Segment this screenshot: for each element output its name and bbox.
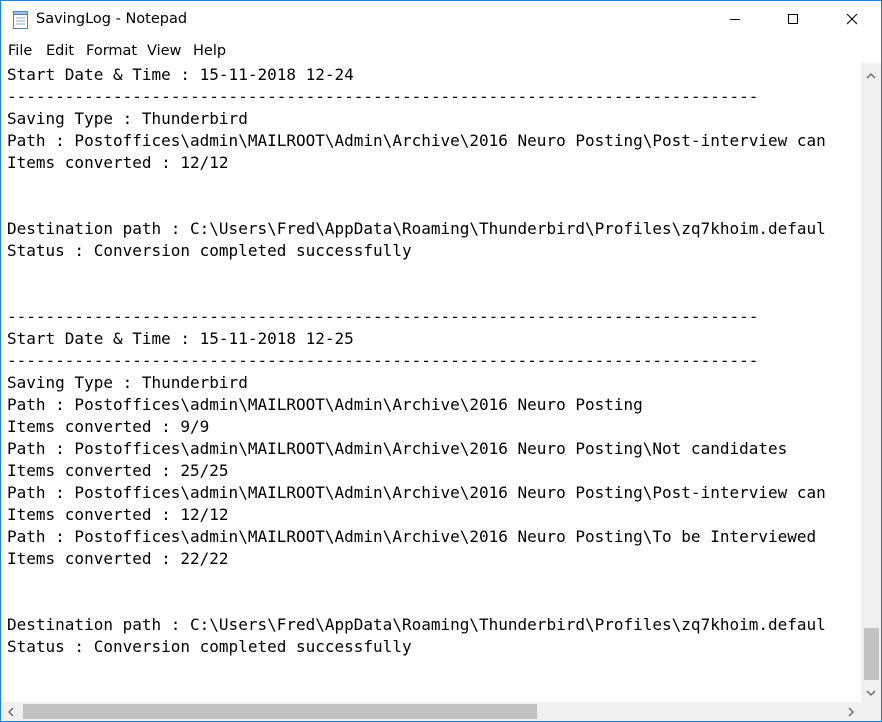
text-line: Destination path : C:\Users\Fred\AppData… [7, 615, 826, 634]
minimize-icon [729, 10, 741, 29]
text-line: Saving Type : Thunderbird [7, 109, 248, 128]
vertical-scroll-thumb[interactable] [864, 628, 879, 680]
text-line: ----------------------------------------… [7, 307, 759, 326]
text-line: Path : Postoffices\admin\MAILROOT\Admin\… [7, 483, 826, 502]
text-line: Items converted : 22/22 [7, 549, 229, 568]
menu-bar: File Edit Format View Help [1, 38, 881, 63]
vertical-scrollbar[interactable] [861, 63, 881, 702]
minimize-button[interactable] [706, 1, 764, 38]
text-editor[interactable]: Start Date & Time : 15-11-2018 12-24 ----… [1, 63, 861, 702]
menu-view[interactable]: View [147, 38, 181, 63]
menu-edit[interactable]: Edit [46, 38, 74, 63]
menu-file[interactable]: File [8, 38, 32, 63]
chevron-right-icon [847, 702, 855, 721]
text-line: Items converted : 12/12 [7, 505, 229, 524]
scroll-right-button[interactable] [841, 702, 861, 721]
text-line: Path : Postoffices\admin\MAILROOT\Admin\… [7, 527, 817, 546]
text-line: Start Date & Time : 15-11-2018 12-24 [7, 65, 354, 84]
title-bar[interactable]: SavingLog - Notepad [1, 1, 881, 38]
close-icon [846, 10, 858, 29]
text-line: ----------------------------------------… [7, 87, 759, 106]
text-line: Path : Postoffices\admin\MAILROOT\Admin\… [7, 395, 643, 414]
text-line: Path : Postoffices\admin\MAILROOT\Admin\… [7, 439, 788, 458]
notepad-window: SavingLog - Notepad File Edit Format Vie… [0, 0, 882, 722]
text-line: Saving Type : Thunderbird [7, 373, 248, 392]
window-title: SavingLog - Notepad [36, 11, 188, 27]
horizontal-scrollbar[interactable] [1, 702, 861, 721]
text-line: Items converted : 12/12 [7, 153, 229, 172]
chevron-up-icon [866, 65, 876, 84]
text-line: ----------------------------------------… [7, 351, 759, 370]
maximize-button[interactable] [764, 1, 822, 38]
text-line: Items converted : 9/9 [7, 417, 210, 436]
text-line: Items converted : 25/25 [7, 461, 229, 480]
maximize-icon [787, 10, 799, 29]
scroll-down-button[interactable] [861, 680, 881, 702]
scroll-left-button[interactable] [1, 702, 21, 721]
text-line: Status : Conversion completed successful… [7, 241, 412, 260]
horizontal-scroll-thumb[interactable] [23, 704, 537, 719]
close-button[interactable] [823, 1, 881, 38]
text-line: Path : Postoffices\admin\MAILROOT\Admin\… [7, 131, 826, 150]
menu-format[interactable]: Format [86, 38, 137, 63]
chevron-down-icon [866, 682, 876, 701]
text-line: Destination path : C:\Users\Fred\AppData… [7, 219, 826, 238]
scrollbar-corner [861, 702, 881, 721]
text-line: Status : Conversion completed successful… [7, 637, 412, 656]
notepad-icon [12, 10, 30, 30]
menu-help[interactable]: Help [193, 38, 226, 63]
text-line: Start Date & Time : 15-11-2018 12-25 [7, 329, 354, 348]
chevron-left-icon [7, 702, 15, 721]
scroll-up-button[interactable] [861, 63, 881, 85]
